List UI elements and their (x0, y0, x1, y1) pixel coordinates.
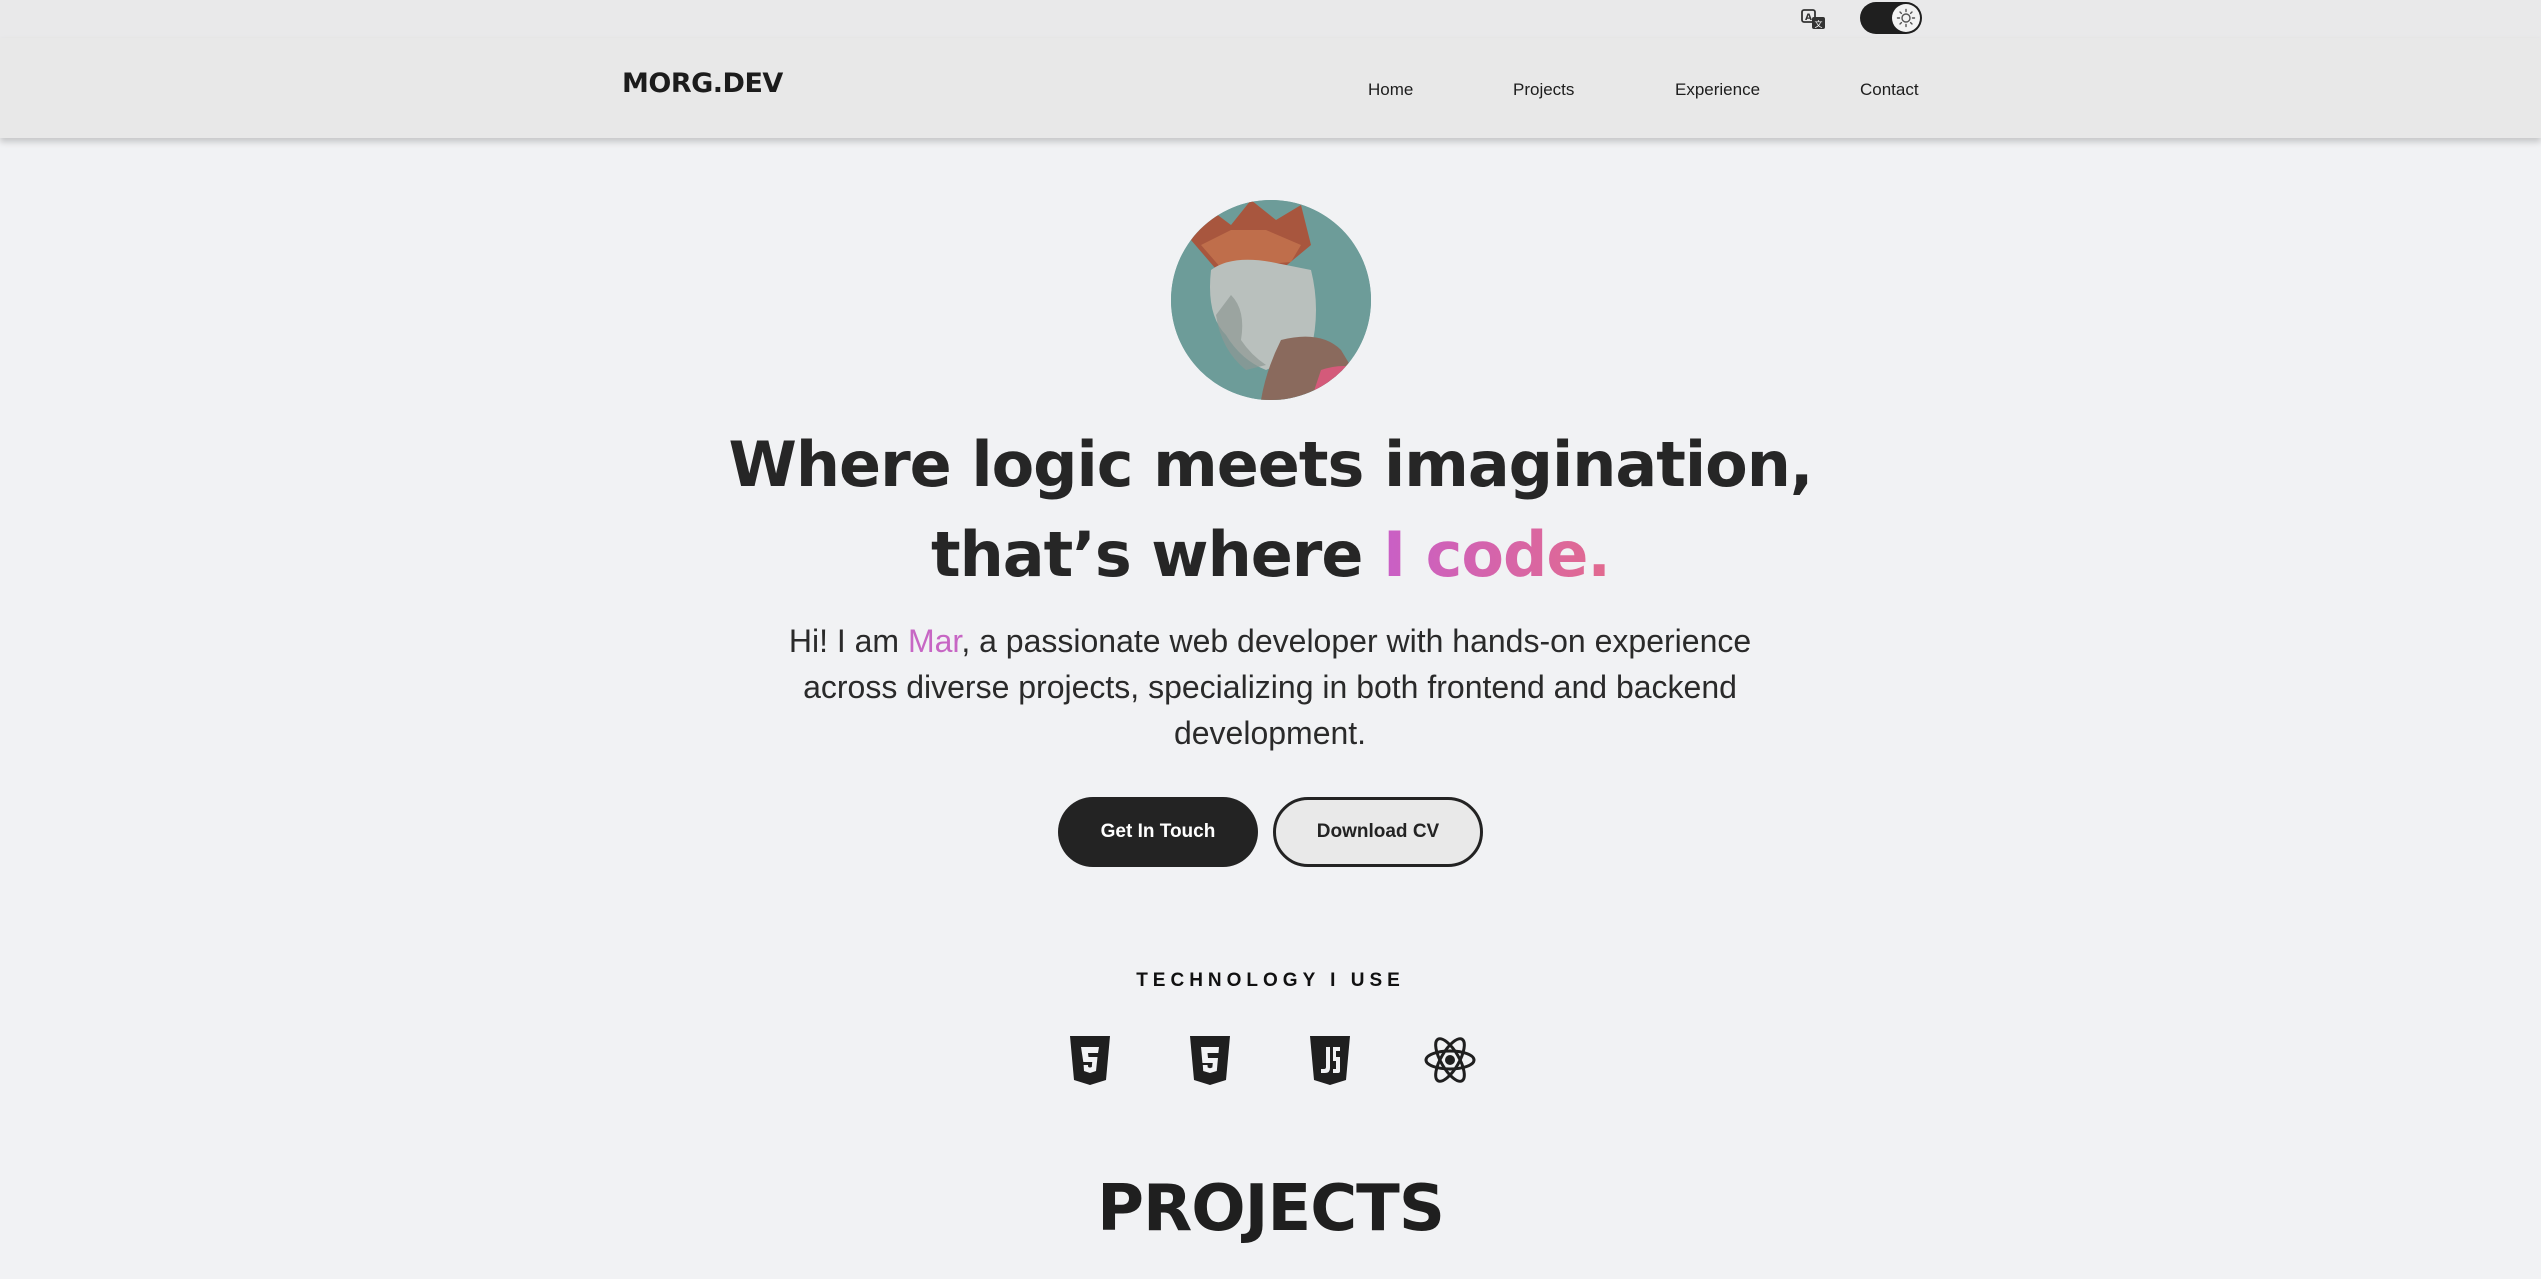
hero-headline-line2: that’s where I code. (0, 518, 2541, 591)
utility-bar: A 文 (0, 0, 2541, 38)
avatar (1171, 200, 1371, 400)
svg-text:文: 文 (1815, 19, 1823, 29)
get-in-touch-button[interactable]: Get In Touch (1058, 797, 1258, 867)
intro-prefix: Hi! I am (788, 623, 908, 659)
nav-link-contact[interactable]: Contact (1860, 80, 1919, 100)
hero-intro: Hi! I am Mar, a passionate web developer… (770, 618, 1770, 756)
translate-icon[interactable]: A 文 (1800, 6, 1828, 34)
headline-accent: I code. (1383, 518, 1611, 591)
site-logo[interactable]: MORG.DEV (622, 68, 783, 99)
sun-icon (1892, 4, 1920, 32)
javascript-icon (1302, 1032, 1358, 1088)
nav-link-experience[interactable]: Experience (1675, 80, 1760, 100)
react-icon (1422, 1032, 1478, 1088)
theme-toggle[interactable] (1860, 2, 1922, 34)
technology-title: TECHNOLOGY I USE (1136, 970, 1405, 991)
svg-text:A: A (1805, 13, 1812, 23)
html5-icon (1182, 1032, 1238, 1088)
hero-headline-line1: Where logic meets imagination, (728, 428, 1814, 501)
download-cv-button[interactable]: Download CV (1273, 797, 1483, 867)
nav-link-home[interactable]: Home (1368, 80, 1413, 100)
projects-title: PROJECTS (1097, 1172, 1445, 1246)
intro-name: Mar (907, 623, 962, 659)
headline-prefix: that’s where (931, 518, 1383, 591)
navbar: MORG.DEV Home Projects Experience Contac… (0, 38, 2541, 138)
nav-link-projects[interactable]: Projects (1513, 80, 1574, 100)
css3-icon (1062, 1032, 1118, 1088)
